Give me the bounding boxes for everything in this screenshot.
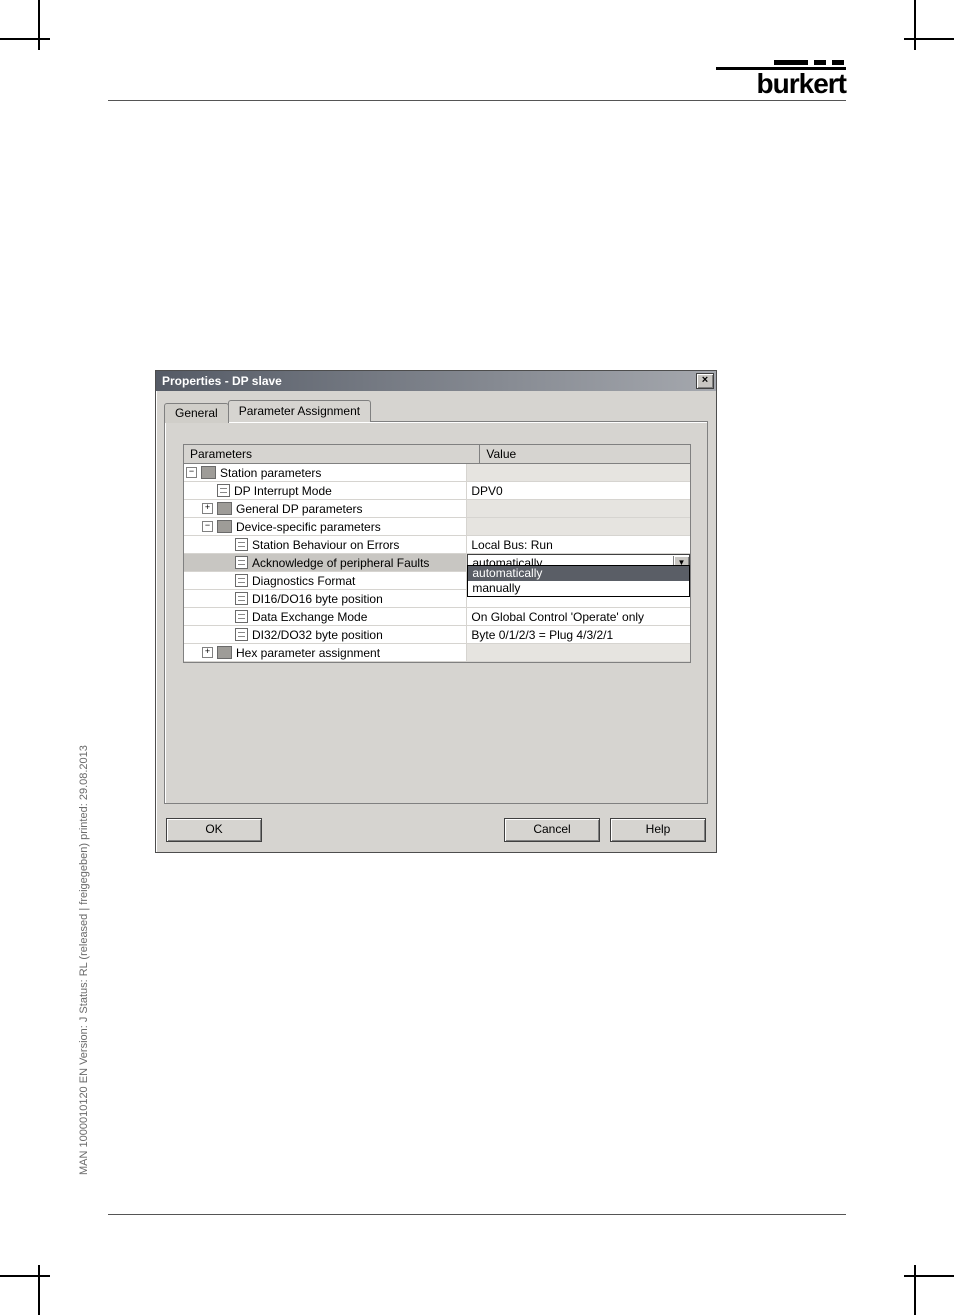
dialog-button-bar: OK Cancel Help: [156, 808, 716, 852]
row-station-behaviour[interactable]: Station Behaviour on Errors Local Bus: R…: [184, 536, 690, 554]
param-label: Hex parameter assignment: [236, 646, 380, 660]
folder-icon: [201, 466, 216, 479]
param-value: On Global Control 'Operate' only: [467, 608, 690, 625]
row-general-dp-parameters[interactable]: + General DP parameters: [184, 500, 690, 518]
expand-icon[interactable]: +: [202, 647, 213, 658]
row-di32-do32[interactable]: DI32/DO32 byte position Byte 0/1/2/3 = P…: [184, 626, 690, 644]
collapse-icon[interactable]: −: [202, 521, 213, 532]
document-side-text: MAN 1000010120 EN Version: J Status: RL …: [78, 745, 90, 1175]
tab-parameter-assignment[interactable]: Parameter Assignment: [228, 400, 371, 422]
param-label: Acknowledge of peripheral Faults: [252, 556, 429, 570]
logo-bars: [716, 60, 844, 65]
param-label: Station parameters: [220, 466, 321, 480]
expand-icon[interactable]: +: [202, 503, 213, 514]
page: burkert MAN 1000010120 EN Version: J Sta…: [60, 60, 894, 1255]
dropdown-option[interactable]: automatically: [468, 566, 689, 581]
param-leaf-icon: [235, 574, 248, 587]
properties-dialog: Properties - DP slave × General Paramete…: [155, 370, 717, 853]
cancel-button[interactable]: Cancel: [504, 818, 600, 842]
param-leaf-icon: [235, 592, 248, 605]
ok-button[interactable]: OK: [166, 818, 262, 842]
col-value: Value: [480, 445, 690, 463]
grid-header: Parameters Value: [184, 445, 690, 464]
param-label: DI16/DO16 byte position: [252, 592, 383, 606]
dropdown-list[interactable]: automatically manually: [467, 565, 690, 597]
param-label: Diagnostics Format: [252, 574, 355, 588]
param-label: Device-specific parameters: [236, 520, 381, 534]
row-dp-interrupt-mode[interactable]: DP Interrupt Mode DPV0: [184, 482, 690, 500]
row-hex-parameter[interactable]: + Hex parameter assignment: [184, 644, 690, 662]
param-leaf-icon: [235, 610, 248, 623]
footer-rule: [108, 1214, 846, 1215]
collapse-icon[interactable]: −: [186, 467, 197, 478]
crop-mark: [0, 38, 50, 40]
param-leaf-icon: [235, 628, 248, 641]
crop-mark: [904, 38, 954, 40]
grid-rows: − Station parameters DP Interrupt Mode: [184, 464, 690, 662]
param-label: General DP parameters: [236, 502, 363, 516]
crop-mark: [914, 0, 916, 50]
tab-general[interactable]: General: [164, 403, 229, 423]
dialog-title: Properties - DP slave: [162, 374, 282, 388]
param-label: DP Interrupt Mode: [234, 484, 332, 498]
col-parameters: Parameters: [184, 445, 480, 463]
folder-icon: [217, 502, 232, 515]
crop-mark: [38, 0, 40, 50]
param-value: Byte 0/1/2/3 = Plug 4/3/2/1: [467, 626, 690, 643]
row-data-exchange-mode[interactable]: Data Exchange Mode On Global Control 'Op…: [184, 608, 690, 626]
crop-mark: [38, 1265, 40, 1315]
close-button[interactable]: ×: [696, 373, 714, 389]
param-leaf-icon: [235, 538, 248, 551]
help-button[interactable]: Help: [610, 818, 706, 842]
crop-mark: [904, 1275, 954, 1277]
param-label: Station Behaviour on Errors: [252, 538, 399, 552]
row-station-parameters[interactable]: − Station parameters: [184, 464, 690, 482]
param-leaf-icon: [235, 556, 248, 569]
parameters-grid: Parameters Value − Station parameters: [183, 444, 691, 663]
param-label: Data Exchange Mode: [252, 610, 367, 624]
dialog-body: General Parameter Assignment Parameters …: [156, 391, 716, 808]
tabs: General Parameter Assignment: [164, 399, 708, 422]
param-leaf-icon: [217, 484, 230, 497]
tab-panel: Parameters Value − Station parameters: [164, 422, 708, 804]
header-rule: [108, 100, 846, 101]
crop-mark: [914, 1265, 916, 1315]
param-value: Local Bus: Run: [467, 536, 690, 553]
dialog-titlebar: Properties - DP slave ×: [156, 371, 716, 391]
param-label: DI32/DO32 byte position: [252, 628, 383, 642]
param-value: DPV0: [467, 482, 690, 499]
folder-icon: [217, 646, 232, 659]
row-device-specific-parameters[interactable]: − Device-specific parameters: [184, 518, 690, 536]
crop-mark: [0, 1275, 50, 1277]
folder-icon: [217, 520, 232, 533]
brand-logo: burkert: [716, 60, 846, 98]
dropdown-option[interactable]: manually: [468, 581, 689, 596]
logo-text: burkert: [716, 70, 846, 98]
